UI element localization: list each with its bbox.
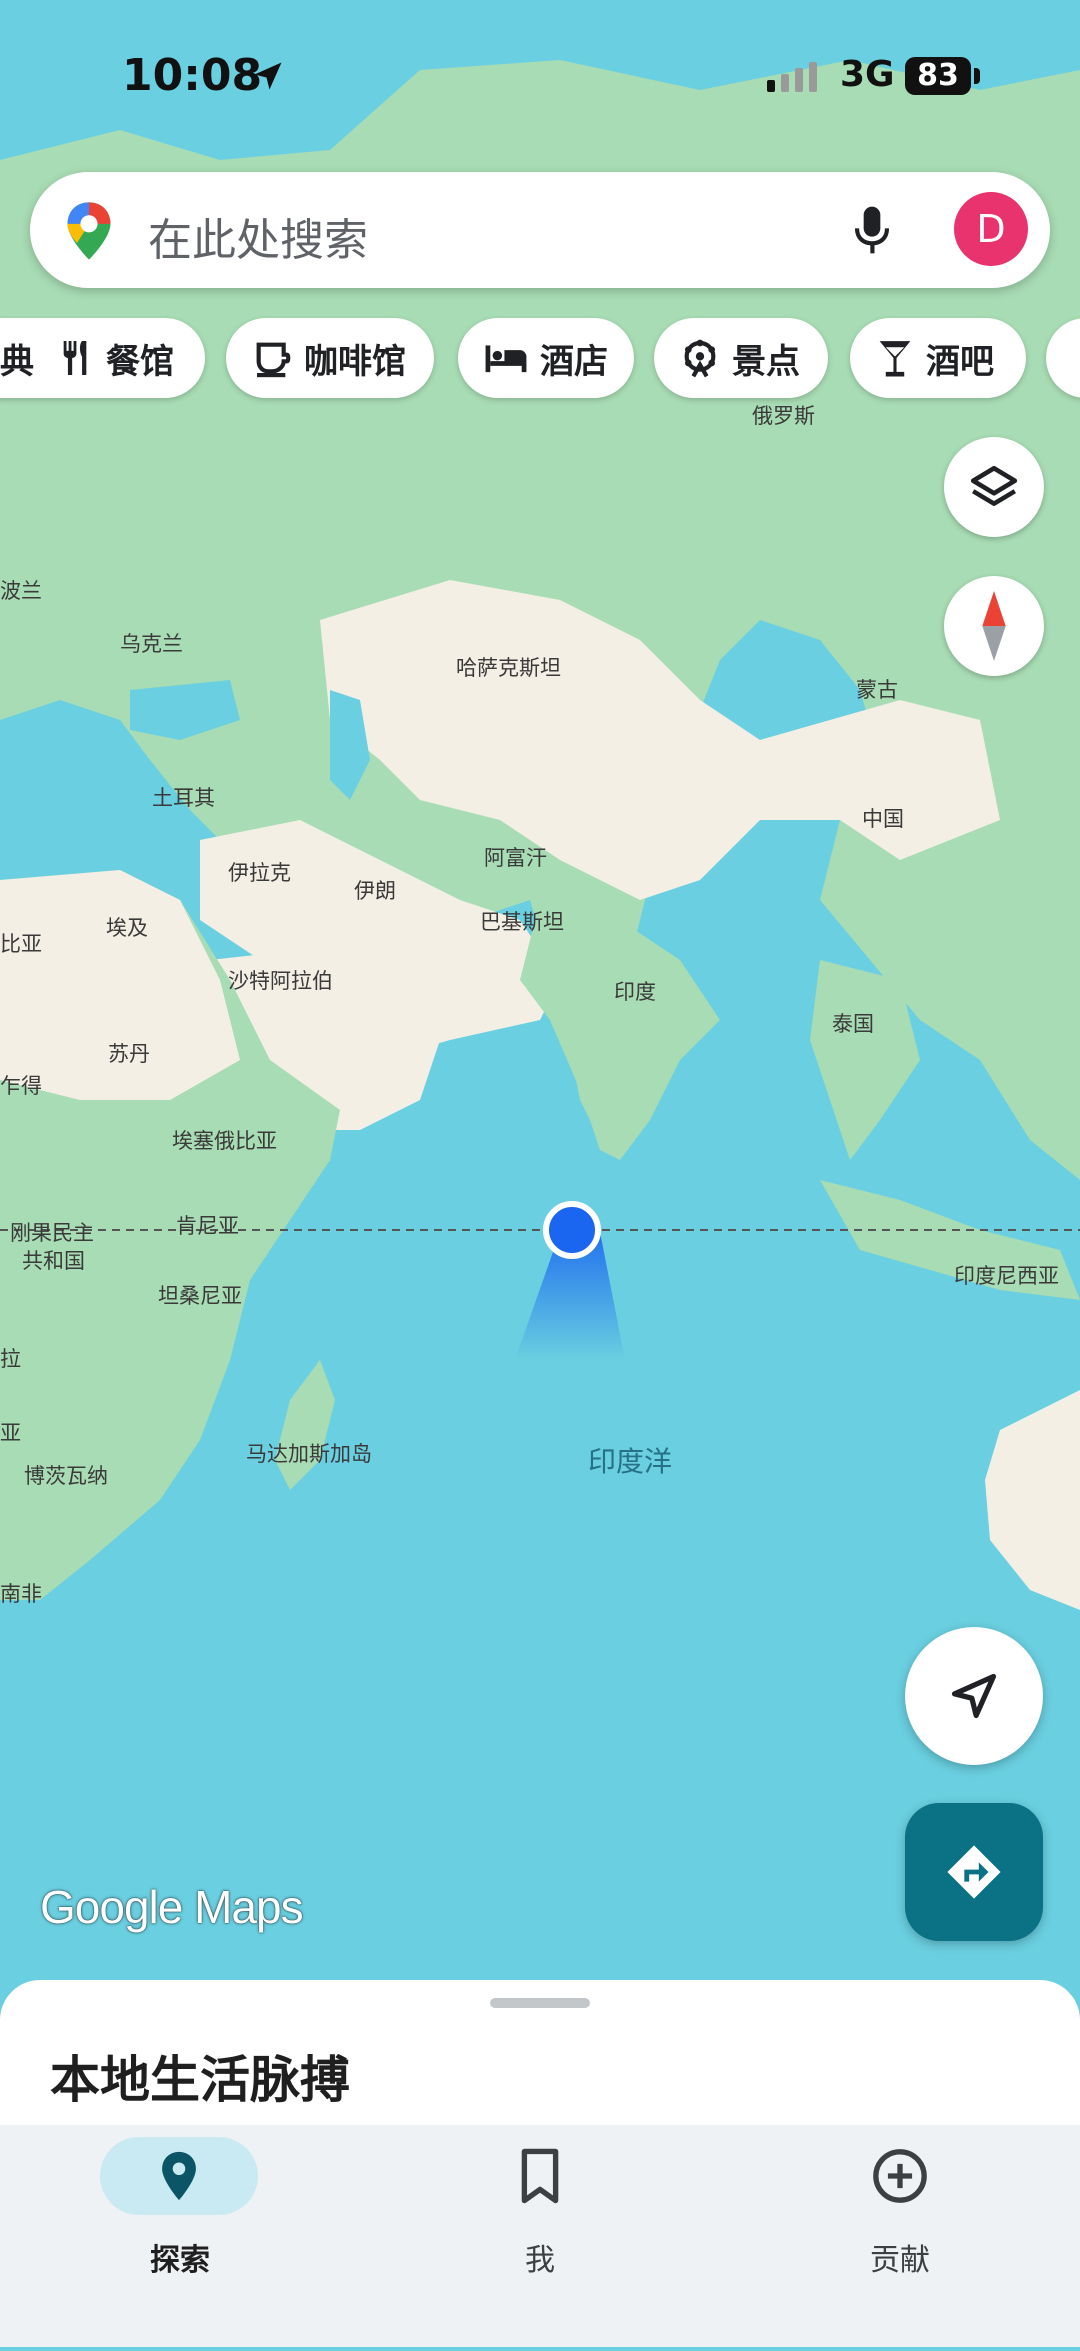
my-location-button[interactable] [905, 1627, 1043, 1765]
nav-me-label: 我 [525, 2243, 555, 2278]
chip-bars-label: 酒吧 [926, 341, 994, 382]
map-label-south-africa: 南非 [0, 1582, 42, 1606]
navigation-arrow-icon [951, 1673, 997, 1719]
nav-explore-label: 探索 [150, 2243, 210, 2278]
nav-explore[interactable]: 探索 [0, 2125, 360, 2347]
chip-cafe[interactable]: 咖啡馆 [226, 318, 434, 398]
chip-attractions[interactable]: 景点 [654, 318, 828, 398]
map-label-egypt: 埃及 [106, 916, 148, 940]
map-label-indonesia: 印度尼西亚 [954, 1264, 1059, 1288]
bar-icon [879, 341, 911, 377]
google-maps-logo: Google Maps [40, 1881, 304, 1933]
map-label-sudan: 苏丹 [108, 1042, 150, 1066]
map-label-madagascar: 马达加斯加岛 [246, 1442, 372, 1466]
map-label-iraq: 伊拉克 [228, 861, 291, 885]
hotel-icon [485, 345, 527, 373]
map-label-india: 印度 [614, 980, 656, 1004]
nav-me[interactable]: 我 [360, 2125, 720, 2347]
battery-tip [974, 68, 980, 84]
search-bar[interactable]: 在此处搜索 D [30, 172, 1050, 288]
map-label-russia: 俄罗斯 [752, 404, 815, 428]
map-label-turkey: 土耳其 [152, 786, 215, 810]
chip-bars[interactable]: 酒吧 [850, 318, 1026, 398]
chip-hotel[interactable]: 酒店 [458, 318, 634, 398]
map-label-kazakhstan: 哈萨克斯坦 [456, 656, 561, 680]
coffee-icon [256, 342, 291, 378]
layers-icon [970, 465, 1018, 506]
map-label-drc-line1: 刚果民主 [10, 1221, 94, 1245]
sheet-drag-handle[interactable] [490, 1998, 590, 2008]
map-label-kenya: 肯尼亚 [176, 1214, 239, 1238]
map-label-ukraine: 乌克兰 [120, 632, 183, 656]
battery-level: 83 [905, 57, 971, 95]
chip-hotel-label: 酒店 [540, 341, 608, 382]
map-label-indian-ocean: 印度洋 [588, 1445, 673, 1478]
map-label-angola: 拉 [0, 1347, 21, 1371]
map-label-iran: 伊朗 [354, 879, 396, 903]
chip-partial-left[interactable]: 典 餐馆 [0, 318, 205, 398]
attraction-icon [684, 339, 716, 378]
signal-icon [767, 62, 817, 92]
microphone-icon[interactable] [852, 202, 892, 258]
map-label-chad: 乍得 [0, 1074, 42, 1098]
sheet-title: 本地生活脉搏 [50, 2051, 350, 2109]
location-arrow-icon [254, 62, 282, 90]
search-input[interactable]: 在此处搜索 [148, 204, 368, 268]
status-time: 10:08 [122, 50, 263, 101]
bottom-sheet[interactable]: 本地生活脉搏 [0, 1980, 1080, 2130]
map-label-zambia: 亚 [0, 1421, 21, 1445]
map-label-saudi-arabia: 沙特阿拉伯 [228, 969, 333, 993]
map-label-botswana: 博茨瓦纳 [24, 1464, 108, 1488]
map-label-libya: 比亚 [0, 932, 42, 956]
compass-button[interactable] [944, 576, 1044, 676]
network-type: 3G [840, 54, 895, 95]
map-label-mongolia: 蒙古 [856, 678, 898, 702]
nav-contribute[interactable]: 贡献 [720, 2125, 1080, 2347]
explore-pin-icon [162, 2151, 196, 2201]
restaurant-icon [63, 341, 87, 375]
map-label-china: 中国 [862, 807, 904, 831]
account-avatar[interactable]: D [954, 192, 1028, 266]
chip-cafe-label: 咖啡馆 [304, 341, 406, 382]
nav-contribute-label: 贡献 [870, 2243, 930, 2278]
map-label-pakistan: 巴基斯坦 [480, 910, 564, 934]
chip-restaurants-label: 餐馆 [106, 341, 174, 382]
map-label-afghanistan: 阿富汗 [484, 846, 547, 870]
bottom-navigation: 探索 我 贡献 [0, 2125, 1080, 2347]
compass-icon [982, 591, 1006, 661]
map-label-thailand: 泰国 [832, 1012, 874, 1036]
bookmark-icon [521, 2148, 559, 2204]
map-label-poland: 波兰 [0, 579, 42, 603]
user-location-dot [543, 1201, 601, 1259]
chip-attractions-label: 景点 [732, 341, 800, 382]
add-circle-icon [873, 2149, 927, 2203]
maps-pin-logo-icon [67, 202, 111, 260]
map-label-tanzania: 坦桑尼亚 [158, 1284, 242, 1308]
directions-icon [947, 1845, 1001, 1899]
directions-button[interactable] [905, 1803, 1043, 1941]
layers-button[interactable] [944, 437, 1044, 537]
status-bar: 10:08 3G 83 [0, 0, 1080, 150]
map-label-drc-line2: 共和国 [22, 1249, 85, 1273]
map-label-ethiopia: 埃塞俄比亚 [172, 1129, 277, 1153]
